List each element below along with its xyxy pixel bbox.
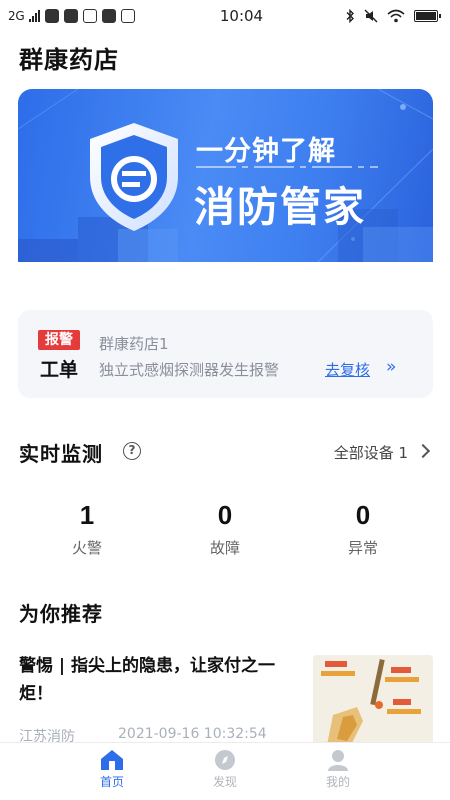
bottom-tab-bar: 首页 发现 我的 [0, 742, 450, 800]
tab-label: 首页 [99, 775, 124, 789]
status-left: 2G [8, 9, 178, 23]
mail-notification-icon [83, 9, 98, 23]
review-link[interactable]: 去复核 [325, 359, 370, 380]
all-devices-link[interactable]: 全部设备 1 [334, 442, 408, 463]
promo-banner[interactable]: 一分钟了解 消防管家 [18, 89, 433, 262]
alarm-work-order-card[interactable]: 报警 工单 群康药店1 独立式感烟探测器发生报警 去复核 » [18, 310, 433, 398]
wifi-icon [387, 9, 405, 23]
bluetooth-icon [346, 9, 354, 23]
article-title[interactable]: 警惕 | 指尖上的隐患，让家付之一炬！ [19, 652, 299, 708]
tab-me[interactable]: 我的 [298, 749, 378, 790]
alarm-badge: 报警 工单 [38, 330, 80, 382]
battery-icon [414, 10, 441, 22]
work-order-tag: 工单 [39, 359, 78, 381]
check-notification-icon [102, 9, 117, 23]
article-image [313, 655, 433, 745]
banner-title: 消防管家 [194, 183, 366, 231]
network-type: 2G [8, 9, 25, 23]
stat-value: 1 [79, 500, 95, 530]
stat-fire-alarm[interactable]: 1 火警 [27, 500, 147, 558]
compass-icon [215, 750, 235, 770]
clock: 10:04 [219, 7, 264, 25]
tab-home[interactable]: 首页 [72, 749, 152, 790]
user-icon [328, 750, 348, 771]
article-date: 2021-09-16 10:32:54 [118, 726, 267, 742]
alarm-store-name: 群康药店1 [99, 335, 169, 353]
monitor-section-title: 实时监测 [19, 442, 103, 466]
store-title: 群康药店 [19, 46, 119, 74]
notification-app-icon [45, 9, 60, 23]
chevron-right-icon[interactable] [415, 443, 431, 459]
article-thumbnail[interactable] [313, 655, 433, 745]
tab-label: 我的 [325, 775, 350, 789]
stat-abnormal[interactable]: 0 异常 [303, 500, 423, 558]
s-notification-icon [121, 9, 136, 23]
banner-subtitle: 一分钟了解 [196, 136, 336, 167]
shield-logo-icon [90, 123, 178, 231]
tab-label: 发现 [212, 775, 237, 789]
stat-label: 故障 [209, 539, 240, 557]
stat-fault[interactable]: 0 故障 [165, 500, 285, 558]
status-right [345, 9, 441, 23]
question-circle-icon[interactable]: ? [123, 442, 141, 460]
mute-icon [364, 9, 378, 23]
play-notification-icon [64, 9, 79, 23]
alarm-tag: 报警 [38, 330, 80, 350]
stat-value: 0 [355, 500, 371, 530]
stat-value: 0 [217, 500, 233, 530]
double-chevron-right-icon[interactable]: » [386, 357, 396, 377]
tab-discover[interactable]: 发现 [185, 749, 265, 790]
stat-label: 火警 [71, 539, 102, 557]
alarm-message: 独立式感烟探测器发生报警 [99, 361, 280, 379]
signal-icon [29, 10, 41, 22]
stat-label: 异常 [347, 539, 378, 557]
home-icon [101, 750, 123, 770]
recommend-section-title: 为你推荐 [19, 602, 103, 626]
status-bar: 2G 10:04 [0, 0, 450, 32]
